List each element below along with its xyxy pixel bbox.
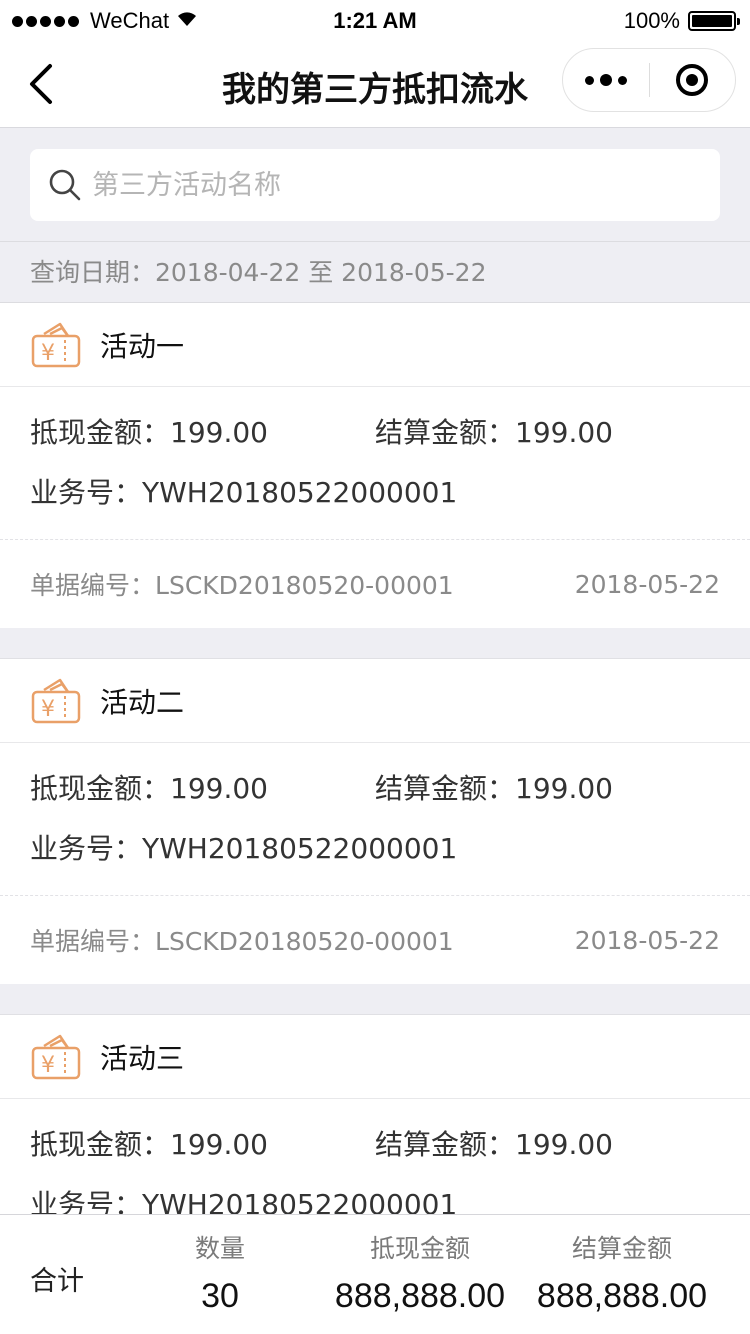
settle-amount: 结算金额：199.00 xyxy=(375,411,613,451)
more-dot-icon xyxy=(585,75,594,85)
cash-amount-label: 抵现金额： xyxy=(30,1128,171,1161)
settle-amount-value: 199.00 xyxy=(515,416,613,449)
total-label: 合计 xyxy=(30,1266,84,1297)
svg-text:¥: ¥ xyxy=(41,1053,55,1078)
amount-row: 抵现金额：199.00 结算金额：199.00 xyxy=(30,1099,720,1187)
biz-no-label: 业务号： xyxy=(30,832,143,865)
doc-no: 单据编号：LSCKD20180520-00001 xyxy=(30,922,454,958)
doc-no-label: 单据编号： xyxy=(30,927,156,956)
svg-text:¥: ¥ xyxy=(41,341,55,366)
cash-total-label: 抵现金额 xyxy=(369,1234,470,1263)
card-footer: 单据编号：LSCKD20180520-00001 2018-05-22 xyxy=(0,540,750,628)
doc-no-value: LSCKD20180520-00001 xyxy=(155,927,454,956)
doc-no-value: LSCKD20180520-00001 xyxy=(155,571,454,600)
settle-total-column: 结算金额 888,888.00 xyxy=(522,1231,722,1316)
activity-title: 活动三 xyxy=(100,1041,185,1075)
summary-footer: 合计 数量 30 抵现金额 888,888.00 结算金额 888,888.00 xyxy=(0,1214,750,1334)
card-header: ¥ 活动一 xyxy=(0,303,750,387)
card-footer: 单据编号：LSCKD20180520-00001 2018-05-22 xyxy=(0,896,750,984)
activity-title: 活动一 xyxy=(100,329,185,363)
mini-program-capsule xyxy=(562,48,736,112)
coupon-icon: ¥ xyxy=(31,1034,81,1079)
close-button[interactable] xyxy=(649,49,735,111)
record-date: 2018-05-22 xyxy=(574,925,720,955)
biz-no: 业务号：YWH20180522000001 xyxy=(30,831,720,895)
battery-percent: 100% xyxy=(623,8,680,33)
status-right: 100% xyxy=(623,8,740,34)
biz-no-label: 业务号： xyxy=(30,476,143,509)
amount-row: 抵现金额：199.00 结算金额：199.00 xyxy=(30,743,720,831)
battery-icon xyxy=(688,11,740,31)
coupon-icon: ¥ xyxy=(31,678,81,723)
cash-total-value: 888,888.00 xyxy=(334,1277,506,1315)
target-icon xyxy=(676,64,708,96)
biz-no: 业务号：YWH20180522000001 xyxy=(30,475,720,539)
cash-amount-label: 抵现金额： xyxy=(30,416,171,449)
cash-amount-value: 199.00 xyxy=(170,1128,268,1161)
count-value: 30 xyxy=(201,1277,239,1315)
cash-amount: 抵现金额：199.00 xyxy=(30,767,375,807)
settle-total-label: 结算金额 xyxy=(571,1234,672,1263)
more-button[interactable] xyxy=(563,49,649,111)
activity-title: 活动二 xyxy=(100,685,185,719)
record-list: ¥ 活动一 抵现金额：199.00 结算金额：199.00 业务号：YWH201… xyxy=(0,303,750,1252)
cash-amount-label: 抵现金额： xyxy=(30,772,171,805)
coupon-icon: ¥ xyxy=(31,322,81,367)
card-body: 抵现金额：199.00 结算金额：199.00 业务号：YWH201805220… xyxy=(0,387,750,540)
list-item[interactable]: ¥ 活动二 抵现金额：199.00 结算金额：199.00 业务号：YWH201… xyxy=(0,658,750,984)
doc-no-label: 单据编号： xyxy=(30,571,156,600)
svg-text:¥: ¥ xyxy=(41,697,55,722)
cash-amount: 抵现金额：199.00 xyxy=(30,411,375,451)
biz-no-value: YWH20180522000001 xyxy=(142,476,458,509)
settle-amount-label: 结算金额： xyxy=(375,1128,516,1161)
settle-amount: 结算金额：199.00 xyxy=(375,767,613,807)
cash-total-column: 抵现金额 888,888.00 xyxy=(320,1231,520,1316)
cash-amount: 抵现金额：199.00 xyxy=(30,1123,375,1163)
settle-amount-label: 结算金额： xyxy=(375,416,516,449)
card-body: 抵现金额：199.00 结算金额：199.00 业务号：YWH201805220… xyxy=(0,743,750,896)
settle-amount: 结算金额：199.00 xyxy=(375,1123,613,1163)
card-header: ¥ 活动三 xyxy=(0,1015,750,1099)
settle-total-value: 888,888.00 xyxy=(536,1277,708,1315)
settle-amount-label: 结算金额： xyxy=(375,772,516,805)
search-area xyxy=(0,129,750,241)
search-input[interactable] xyxy=(92,169,692,201)
biz-no-value: YWH20180522000001 xyxy=(142,832,458,865)
doc-no: 单据编号：LSCKD20180520-00001 xyxy=(30,566,454,602)
more-dot-icon xyxy=(600,74,612,86)
status-bar: WeChat 1:21 AM 100% xyxy=(0,0,750,40)
cash-amount-value: 199.00 xyxy=(170,416,268,449)
cash-amount-value: 199.00 xyxy=(170,772,268,805)
nav-bar: 我的第三方抵扣流水 xyxy=(0,40,750,128)
settle-amount-value: 199.00 xyxy=(515,1128,613,1161)
settle-amount-value: 199.00 xyxy=(515,772,613,805)
more-dot-icon xyxy=(618,75,627,85)
search-icon xyxy=(49,169,81,201)
record-date: 2018-05-22 xyxy=(574,569,720,599)
count-column: 数量 30 xyxy=(170,1231,270,1316)
amount-row: 抵现金额：199.00 结算金额：199.00 xyxy=(30,387,720,475)
card-header: ¥ 活动二 xyxy=(0,659,750,743)
list-item[interactable]: ¥ 活动一 抵现金额：199.00 结算金额：199.00 业务号：YWH201… xyxy=(0,303,750,628)
query-date: 查询日期：2018-04-22 至 2018-05-22 xyxy=(0,241,750,303)
search-box[interactable] xyxy=(30,149,720,221)
count-label: 数量 xyxy=(194,1234,245,1263)
